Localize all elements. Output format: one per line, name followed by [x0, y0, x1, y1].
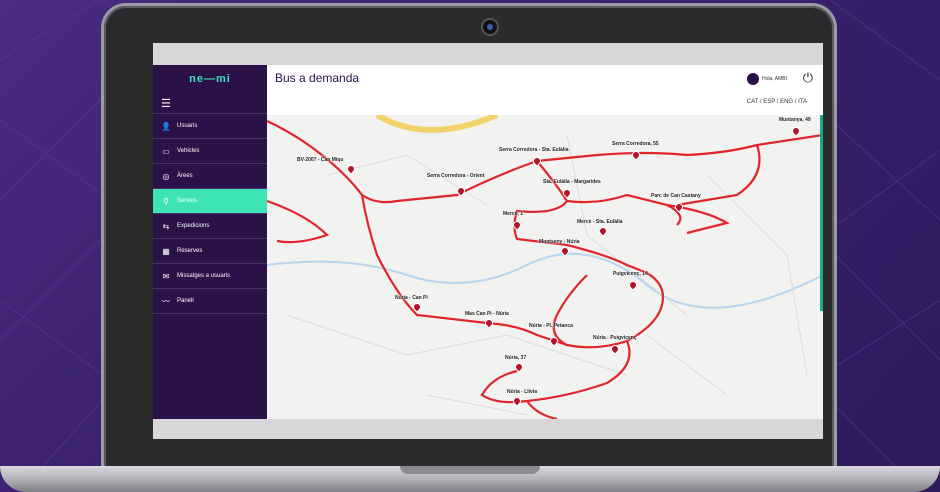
streets	[286, 134, 808, 416]
stop-label: Serra Corredora - Sta. Eulàlia	[499, 147, 569, 153]
stop-label: Puigvicenç, 14	[613, 271, 648, 277]
expeditions-icon: ⇆	[162, 221, 170, 231]
sidebar-item-label: Missatges a usuaris	[177, 273, 231, 279]
stop-label: Parc de Can Castany	[651, 193, 701, 199]
language-selector[interactable]: CAT / ESP / ENG / ITA	[747, 99, 807, 105]
stop-label: Muntanya, 49	[779, 117, 811, 123]
sidebar-item-label: Serveis	[177, 198, 198, 204]
menu-icon[interactable]: ☰	[153, 93, 267, 113]
power-icon[interactable]: ⏻	[803, 70, 813, 86]
stop-label: Núria - Can Pi	[395, 295, 428, 301]
app-window: ne—mi ☰ 👤 Usuaris ▭ Vehicles ◎ Àrees ⚲ S…	[153, 65, 823, 419]
sidebar-item-panell[interactable]: 〰 Panell	[153, 288, 267, 314]
stop-label: Núria, 37	[505, 355, 527, 361]
top-bar: Bus a demanda Hola, AMBI ⏻	[267, 65, 823, 93]
sidebar-item-label: Àrees	[177, 173, 193, 179]
map-canvas	[267, 115, 823, 419]
sidebar-item-missatges[interactable]: ✉ Missatges a usuaris	[153, 263, 267, 288]
stop-label: BV-2007 - Can Miqu	[297, 157, 344, 163]
sidebar-item-serveis[interactable]: ⚲ Serveis	[153, 188, 267, 213]
sidebar-item-label: Usuaris	[177, 123, 198, 129]
sidebar-item-reserves[interactable]: ▦ Reserves	[153, 238, 267, 263]
user-icon: 👤	[161, 121, 171, 131]
route-icon: ⚲	[163, 196, 169, 206]
highway	[375, 115, 499, 133]
area-icon: ◎	[162, 171, 170, 181]
route-map[interactable]: Muntanya, 49 Serra Corredora, 55 Serra C…	[267, 115, 823, 419]
sidebar: ne—mi ☰ 👤 Usuaris ▭ Vehicles ◎ Àrees ⚲ S…	[153, 65, 267, 419]
avatar	[746, 73, 759, 85]
screen: ne—mi ☰ 👤 Usuaris ▭ Vehicles ◎ Àrees ⚲ S…	[153, 43, 823, 439]
calendar-icon: ▦	[162, 246, 170, 256]
sidebar-item-vehicles[interactable]: ▭ Vehicles	[153, 138, 267, 163]
webcam	[483, 20, 497, 34]
sidebar-item-expedicions[interactable]: ⇆ Expedicions	[153, 213, 267, 238]
sidebar-item-label: Panell	[177, 298, 194, 304]
user-menu[interactable]: Hola, AMBI	[746, 73, 787, 85]
bus-icon: ▭	[162, 146, 170, 156]
stop-label: Sta. Eulàlia - Margarides	[543, 179, 601, 185]
chart-icon: 〰	[162, 296, 170, 306]
river	[267, 252, 823, 309]
page-title: Bus a demanda	[275, 71, 360, 85]
sidebar-item-label: Vehicles	[177, 148, 200, 154]
mail-icon: ✉	[162, 271, 170, 281]
sidebar-item-label: Expedicions	[177, 223, 210, 229]
stop-label: Mercè - Sta. Eulàlia	[577, 219, 623, 225]
stop-label: Mas Can Pi - Núria	[465, 311, 509, 317]
stop-label: Núria - Llívia	[507, 389, 538, 395]
laptop-notch	[400, 466, 540, 474]
sidebar-item-usuaris[interactable]: 👤 Usuaris	[153, 113, 267, 138]
logo: ne—mi	[189, 73, 231, 85]
stop-label: Mercè, 1	[503, 211, 524, 217]
stop-label: Núria - Puigvicenç	[593, 335, 637, 341]
stop-label: Serra Corredora - Orient	[427, 173, 485, 179]
sidebar-item-label: Reserves	[177, 248, 203, 254]
sidebar-item-arees[interactable]: ◎ Àrees	[153, 163, 267, 188]
stop-label: Montseny - Núria	[539, 239, 580, 245]
stop-label: Núria - Pl. Petanca	[529, 323, 573, 329]
user-greeting: Hola, AMBI	[761, 76, 787, 82]
scrollbar[interactable]	[820, 115, 823, 311]
stop-label: Serra Corredora, 55	[612, 141, 659, 147]
